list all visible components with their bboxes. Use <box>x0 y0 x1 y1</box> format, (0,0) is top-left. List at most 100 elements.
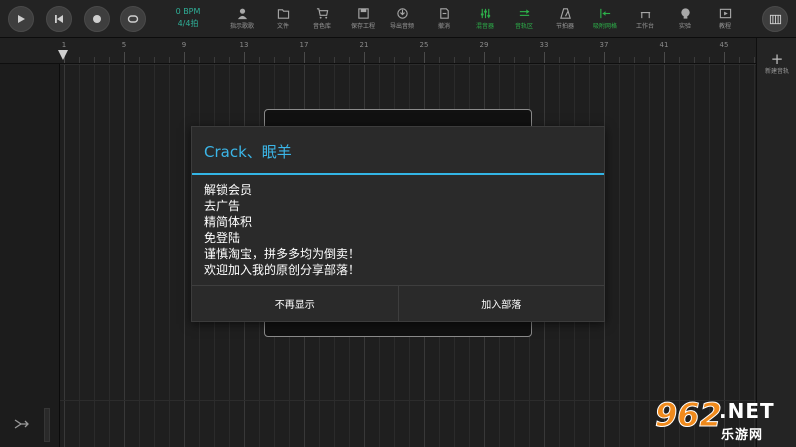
export-icon <box>396 8 408 19</box>
grid-line <box>64 64 65 447</box>
ruler-tick <box>754 57 755 63</box>
message-line: 欢迎加入我的原创分享部落！ <box>204 263 361 277</box>
crack-info-dialog: Crack、眠羊 解锁会员 去广告 精简体积 免登陆 谨慎淘宝，拼多多均为倒卖！… <box>191 126 605 322</box>
tool-tracks[interactable]: 音轨区 <box>503 7 545 31</box>
ruler-tick <box>574 57 575 63</box>
piano-roll-button[interactable] <box>762 6 788 32</box>
tempo-display[interactable]: 0 BPM 4/4拍 <box>158 6 218 30</box>
ruler-bar-label: 29 <box>479 41 489 49</box>
tool-snap-grid[interactable]: 吸附网格 <box>584 7 626 31</box>
playhead-marker[interactable] <box>58 50 68 60</box>
tool-mixer[interactable]: 混音器 <box>464 7 506 31</box>
ruler-tick <box>334 57 335 63</box>
tool-lab[interactable]: 实验 <box>664 7 706 31</box>
save-icon <box>357 8 369 19</box>
ruler-tick <box>544 52 545 63</box>
dialog-message: 解锁会员 去广告 精简体积 免登陆 谨慎淘宝，拼多多均为倒卖！ 欢迎加入我的原创… <box>204 182 360 278</box>
add-track-button[interactable]: + 新建音轨 <box>757 50 796 76</box>
rewind-button[interactable] <box>46 6 72 32</box>
tool-tutorial[interactable]: 教程 <box>704 7 746 31</box>
ruler-bar-label: 45 <box>719 41 729 49</box>
message-line: 精简体积 <box>204 215 253 229</box>
tool-file[interactable]: 文件 <box>262 7 304 31</box>
track-header-panel <box>0 64 60 447</box>
grid-line <box>619 64 620 447</box>
workbench-icon <box>640 12 650 19</box>
ruler-tick <box>94 57 95 63</box>
plus-icon: + <box>770 50 784 68</box>
grid-line <box>94 64 95 447</box>
ruler-tick <box>214 57 215 63</box>
grid-line <box>79 64 80 447</box>
ruler-tick <box>169 57 170 63</box>
ruler-tick <box>394 57 395 63</box>
tool-account[interactable]: 指示歌歌 <box>221 7 263 31</box>
tool-label: 文件 <box>276 23 289 30</box>
tool-export-audio[interactable]: 导出音频 <box>381 7 423 31</box>
input-routing-icon[interactable] <box>12 414 32 434</box>
track-lane-divider <box>60 64 756 65</box>
ruler-bar-label: 13 <box>239 41 249 49</box>
grid-line <box>754 64 755 447</box>
ruler-tick <box>199 57 200 63</box>
tool-label: 音色库 <box>312 23 331 30</box>
timeline-ruler[interactable]: 1 5 9 13 17 21 25 29 33 37 41 45 <box>0 38 756 64</box>
ruler-tick <box>604 52 605 63</box>
tool-undo[interactable]: 撤消 <box>423 7 465 31</box>
loop-button[interactable] <box>120 6 146 32</box>
ruler-bar-label: 21 <box>359 41 369 49</box>
tool-label: 工作台 <box>635 23 654 30</box>
ruler-tick <box>514 57 515 63</box>
watermark-brand: 962 <box>655 396 723 435</box>
metronome-icon <box>559 8 571 19</box>
ruler-tick <box>709 57 710 63</box>
tool-workbench[interactable]: 工作台 <box>624 7 666 31</box>
tool-label: 指示歌歌 <box>229 23 254 30</box>
tool-label: 实验 <box>678 23 691 30</box>
message-line: 去广告 <box>204 199 241 213</box>
tool-metronome[interactable]: 节拍器 <box>544 7 586 31</box>
ruler-tick <box>184 52 185 63</box>
tool-label: 撤消 <box>437 23 450 30</box>
loop-icon <box>127 15 139 23</box>
tool-sound-library[interactable]: 音色库 <box>301 7 343 31</box>
ruler-tick <box>559 57 560 63</box>
dialog-title-divider <box>192 173 604 175</box>
tool-label: 混音器 <box>475 23 494 30</box>
ruler-bar-label: 5 <box>121 41 127 49</box>
join-community-button[interactable]: 加入部落 <box>397 286 605 321</box>
ruler-tick <box>664 52 665 63</box>
ruler-tick <box>529 57 530 63</box>
dont-show-again-button[interactable]: 不再显示 <box>192 286 398 321</box>
ruler-tick <box>679 57 680 63</box>
ruler-tick <box>79 57 80 63</box>
time-signature: 4/4拍 <box>177 19 199 28</box>
folder-icon <box>277 9 289 19</box>
ruler-tick <box>229 57 230 63</box>
tool-label: 保存工程 <box>350 23 375 30</box>
ruler-tick <box>139 57 140 63</box>
master-volume-meter[interactable] <box>44 408 50 442</box>
tool-save-project[interactable]: 保存工程 <box>342 7 384 31</box>
play-icon <box>18 15 25 23</box>
daw-app: 0 BPM 4/4拍 指示歌歌 文件 音色库 保存工程 导出音频 撤消 混音器 … <box>0 0 796 447</box>
tool-label: 导出音频 <box>389 23 414 30</box>
bpm-value: 0 BPM <box>175 7 201 16</box>
ruler-tick <box>319 57 320 63</box>
grid-line <box>109 64 110 447</box>
record-button[interactable] <box>84 6 110 32</box>
dialog-button-bar: 不再显示 加入部落 <box>192 285 604 321</box>
ruler-tick <box>349 57 350 63</box>
grid-line <box>169 64 170 447</box>
site-watermark: 962 .NET 乐游网 <box>655 395 796 447</box>
lab-icon <box>680 8 690 19</box>
ruler-tick <box>484 52 485 63</box>
ruler-bar-label: 33 <box>539 41 549 49</box>
ruler-tick <box>469 57 470 63</box>
piano-icon <box>769 14 781 24</box>
ruler-tick <box>244 52 245 63</box>
grid-line <box>634 64 635 447</box>
ruler-tick <box>589 57 590 63</box>
play-button[interactable] <box>8 6 34 32</box>
ruler-tick <box>694 57 695 63</box>
